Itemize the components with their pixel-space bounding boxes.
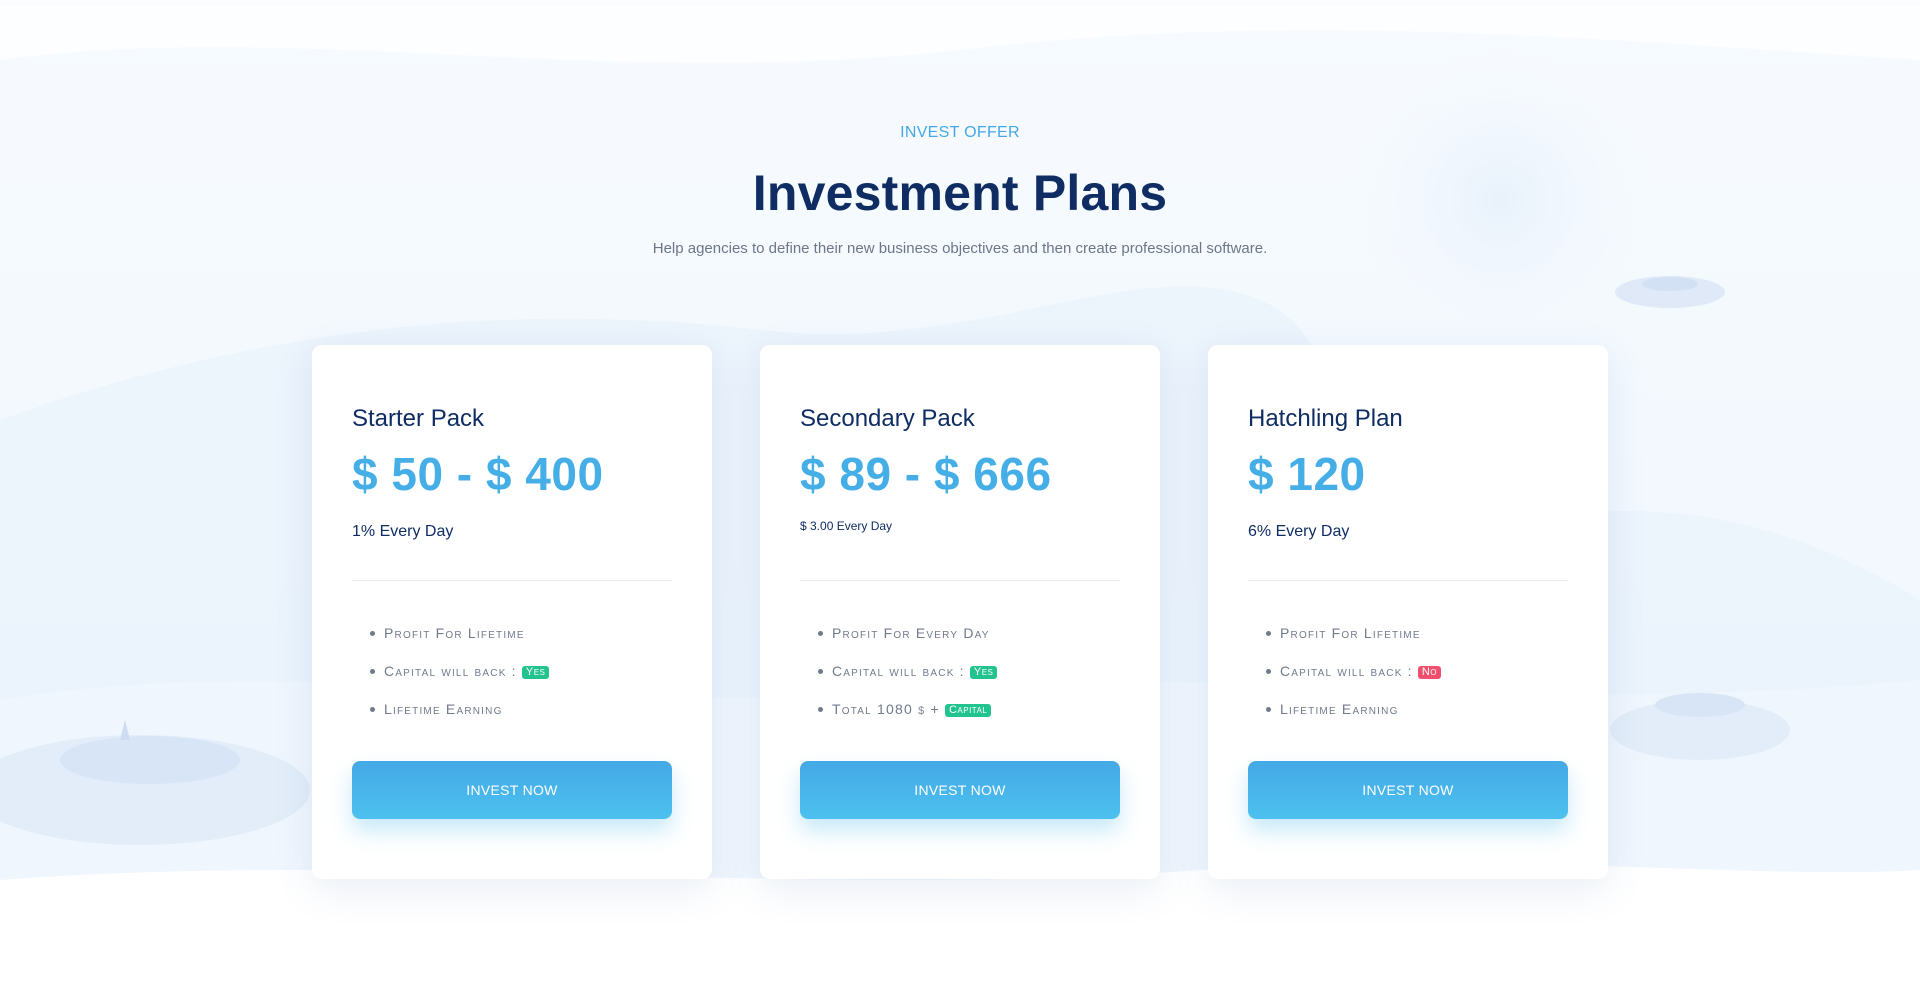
- plus-sign: +: [930, 701, 940, 717]
- divider: [800, 580, 1120, 581]
- feature-item: Capital will back : Yes: [818, 661, 998, 699]
- plan-price: $ 89 - $ 666: [800, 448, 1052, 500]
- feature-text: Capital will back :: [832, 663, 965, 679]
- divider: [1248, 580, 1568, 581]
- bullet-icon: [818, 669, 823, 674]
- status-badge: Capital: [944, 704, 992, 717]
- feature-list: Profit For Every Day Capital will back :…: [818, 623, 998, 737]
- plan-name: Secondary Pack: [800, 405, 975, 432]
- feature-item: Profit For Lifetime: [370, 623, 549, 661]
- feature-text: Profit For Every Day: [832, 625, 990, 641]
- page-title: Investment Plans: [752, 165, 1168, 221]
- feature-text: Profit For Lifetime: [1280, 625, 1421, 641]
- bullet-icon: [818, 707, 823, 712]
- feature-text: Lifetime Earning: [384, 701, 503, 717]
- feature-list: Profit For Lifetime Capital will back : …: [370, 623, 550, 737]
- bullet-icon: [1266, 707, 1271, 712]
- feature-text: Capital will back :: [384, 663, 517, 679]
- feature-text: Capital will back :: [1280, 663, 1413, 679]
- feature-item: Capital will back : Yes: [370, 661, 550, 699]
- feature-list: Profit For Lifetime Capital will back : …: [1266, 623, 1442, 737]
- feature-item: Lifetime Earning: [370, 699, 549, 737]
- plan-rate: 1% Every Day: [352, 523, 454, 540]
- feature-item: Profit For Lifetime: [1266, 623, 1441, 661]
- feature-text: Lifetime Earning: [1280, 701, 1399, 717]
- plan-price: $ 120: [1248, 448, 1366, 500]
- status-badge: Yes: [521, 666, 550, 679]
- status-badge: Yes: [969, 666, 998, 679]
- invest-now-button[interactable]: INVEST NOW: [1248, 761, 1568, 819]
- bullet-icon: [818, 631, 823, 636]
- invest-now-button[interactable]: INVEST NOW: [800, 761, 1120, 819]
- bullet-icon: [370, 631, 375, 636]
- plan-rate: 6% Every Day: [1248, 523, 1350, 540]
- feature-item: Lifetime Earning: [1266, 699, 1441, 737]
- section-eyebrow: INVEST OFFER: [900, 124, 1020, 141]
- plan-name: Hatchling Plan: [1248, 405, 1403, 432]
- bullet-icon: [1266, 669, 1271, 674]
- status-badge: No: [1417, 666, 1442, 679]
- feature-text: Profit For Lifetime: [384, 625, 525, 641]
- plan-cards: Starter Pack $ 50 - $ 400 1% Every Day P…: [312, 345, 1608, 879]
- feature-text: Total 1080: [832, 701, 913, 717]
- feature-item: Profit For Every Day: [818, 623, 997, 661]
- plan-card-hatchling: Hatchling Plan $ 120 6% Every Day Profit…: [1208, 345, 1608, 879]
- bullet-icon: [370, 707, 375, 712]
- bullet-icon: [1266, 631, 1271, 636]
- invest-now-button[interactable]: INVEST NOW: [352, 761, 672, 819]
- plan-card-secondary: Secondary Pack $ 89 - $ 666 $ 3.00 Every…: [760, 345, 1160, 879]
- section-subtitle: Help agencies to define their new busine…: [652, 240, 1268, 257]
- currency-symbol: $: [918, 705, 926, 717]
- bullet-icon: [370, 669, 375, 674]
- feature-item: Total 1080 $ + Capital: [818, 699, 997, 737]
- plan-card-starter: Starter Pack $ 50 - $ 400 1% Every Day P…: [312, 345, 712, 879]
- feature-item: Capital will back : No: [1266, 661, 1442, 699]
- divider: [352, 580, 672, 581]
- plan-name: Starter Pack: [352, 405, 485, 432]
- plan-rate: $ 3.00 Every Day: [800, 519, 893, 533]
- plan-price: $ 50 - $ 400: [352, 448, 604, 500]
